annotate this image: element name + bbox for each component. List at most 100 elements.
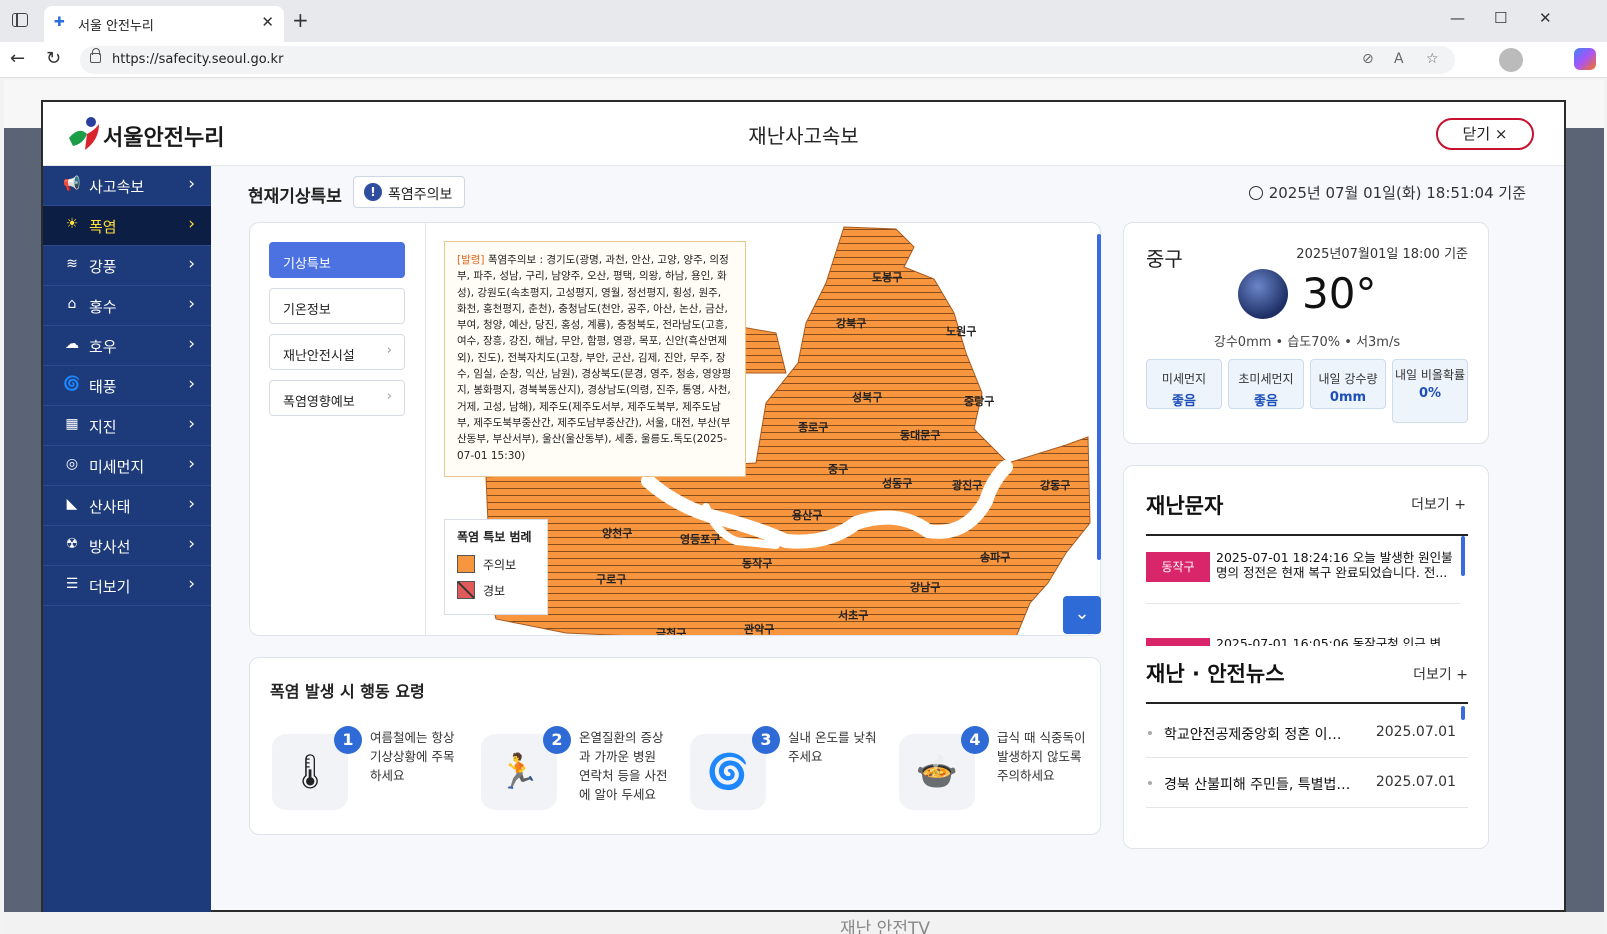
clock-icon — [1248, 186, 1263, 200]
sidebar-item-0[interactable]: 📢 사고속보 › — [43, 166, 211, 206]
action-item: 🍲 4 급식 때 식중독이 발생하지 않도록 주의하세요 — [899, 726, 1099, 824]
district-label[interactable]: 관악구 — [744, 622, 774, 636]
map-menu-button-0[interactable]: 기상특보 — [269, 242, 405, 278]
district-label[interactable]: 금천구 — [656, 626, 686, 636]
news-section: 재난 · 안전뉴스 더보기 + 학교안전공제중앙회 정혼 이… 2025.07.0… — [1124, 646, 1488, 848]
sidebar-item-icon: ☢ — [65, 536, 79, 552]
action-text: 온열질환의 증상과 가까운 병원 연락처 등을 사전에 알아 두세요 — [579, 730, 668, 802]
tracking-icon[interactable]: ⊘ — [1362, 51, 1374, 67]
sidebar-item-2[interactable]: ≋ 강풍 › — [43, 246, 211, 286]
close-modal-button[interactable]: 닫기 × — [1436, 118, 1534, 150]
district-label[interactable]: 성동구 — [882, 476, 912, 490]
weather-time: 2025년07월01일 18:00 기준 — [1296, 247, 1468, 262]
modal-header: 서울안전누리 재난사고속보 닫기 × — [43, 102, 1564, 166]
read-aloud-icon[interactable]: A — [1394, 51, 1404, 67]
news-title-text: 경북 산불피해 주민들, 특별법… — [1164, 777, 1351, 793]
map-scrollbar[interactable] — [1097, 234, 1101, 560]
sms-more-link[interactable]: 더보기 + — [1411, 494, 1466, 514]
news-list-item[interactable]: 경북 산불피해 주민들, 특별법… 2025.07.01 — [1146, 760, 1468, 808]
sms-title: 재난문자 — [1146, 494, 1224, 518]
profile-avatar[interactable] — [1499, 48, 1523, 72]
sidebar-item-icon: ☁ — [65, 336, 79, 352]
district-label[interactable]: 양천구 — [602, 526, 632, 540]
district-label[interactable]: 성북구 — [852, 390, 882, 404]
sidebar-item-label: 더보기 — [89, 578, 131, 596]
district-label[interactable]: 용산구 — [792, 508, 822, 522]
url-field[interactable]: https://safecity.seoul.go.kr ⊘ A ☆ — [80, 46, 1455, 74]
new-tab-button[interactable]: + — [292, 8, 309, 32]
sidebar-item-5[interactable]: 🌀 태풍 › — [43, 366, 211, 406]
lock-icon[interactable] — [90, 48, 101, 63]
disaster-sms-card: 재난문자 더보기 + 동작구 2025-07-01 18:24:16 오늘 발생한… — [1123, 465, 1489, 849]
district-label[interactable]: 강남구 — [910, 580, 940, 594]
district-label[interactable]: 동대문구 — [900, 428, 940, 442]
tab-close-icon[interactable]: ✕ — [261, 13, 274, 31]
back-button[interactable]: ← — [10, 48, 25, 69]
sidebar-item-1[interactable]: ☀ 폭염 › — [43, 206, 211, 246]
chevron-right-icon: › — [188, 494, 195, 514]
district-label[interactable]: 서초구 — [838, 608, 868, 622]
chevron-right-icon: › — [386, 389, 392, 404]
timestamp-text: 2025년 07월 01일(화) 18:51:04 기준 — [1268, 184, 1526, 202]
heatwave-action-card: 폭염 발생 시 행동 요령 🌡 1 여름철에는 항상 기상상황에 주목하세요 🏃 2 온열… — [249, 657, 1101, 835]
news-more-link[interactable]: 더보기 + — [1413, 664, 1468, 684]
weather-stat-value: 좋음 — [1254, 394, 1278, 409]
weather-stat-box: 내일 비올확률 0% — [1392, 359, 1468, 423]
sms-scrollbar[interactable] — [1461, 536, 1465, 576]
sidebar-item-icon: ⌂ — [67, 296, 77, 312]
scroll-down-button[interactable]: ⌄ — [1063, 596, 1101, 634]
chevron-right-icon: › — [188, 294, 195, 314]
chevron-right-icon: › — [188, 254, 195, 274]
news-list-item[interactable]: 학교안전공제중앙회 정혼 이… 2025.07.01 — [1146, 710, 1468, 758]
sidebar-item-7[interactable]: ◎ 미세먼지 › — [43, 446, 211, 486]
map-menu-label: 기온정보 — [283, 303, 331, 318]
bullet-icon — [1148, 731, 1152, 735]
map-menu-button-2[interactable]: 재난안전시설 › — [269, 334, 405, 370]
district-label[interactable]: 동작구 — [742, 556, 772, 570]
maximize-button[interactable]: ☐ — [1494, 9, 1507, 27]
tab-actions-icon[interactable] — [12, 13, 28, 27]
weather-stat-label: 내일 비올확률 — [1394, 368, 1466, 382]
sidebar-item-3[interactable]: ⌂ 홍수 › — [43, 286, 211, 326]
chevron-right-icon: › — [386, 343, 392, 358]
district-label[interactable]: 광진구 — [952, 478, 982, 492]
sidebar-item-icon: ▦ — [65, 416, 79, 432]
district-label[interactable]: 노원구 — [946, 324, 976, 338]
news-title: 재난 · 안전뉴스 — [1146, 662, 1285, 686]
sidebar-item-icon: 📢 — [63, 176, 81, 192]
news-scrollbar[interactable] — [1461, 706, 1465, 720]
bullet-icon — [1148, 781, 1152, 785]
sidebar-item-4[interactable]: ☁ 호우 › — [43, 326, 211, 366]
district-label[interactable]: 구로구 — [596, 573, 626, 586]
browser-tab[interactable]: ✚ 서울 안전누리 ✕ — [44, 6, 284, 42]
sidebar-item-8[interactable]: ◣ 산사태 › — [43, 486, 211, 526]
district-label[interactable]: 송파구 — [980, 550, 1010, 564]
sidebar-item-label: 강풍 — [89, 258, 117, 276]
sidebar-item-label: 폭염 — [89, 218, 117, 236]
sidebar-item-6[interactable]: ▦ 지진 › — [43, 406, 211, 446]
district-label[interactable]: 강북구 — [836, 316, 866, 330]
alert-badge[interactable]: ! 폭염주의보 — [353, 176, 465, 208]
weather-card: 중구 2025년07월01일 18:00 기준 30° 강수0mm • 습도70… — [1123, 222, 1489, 444]
sidebar-item-10[interactable]: ☰ 더보기 › — [43, 566, 211, 606]
district-label[interactable]: 중구 — [828, 463, 848, 476]
close-window-button[interactable]: ✕ — [1539, 9, 1552, 27]
district-label[interactable]: 종로구 — [798, 421, 828, 434]
sms-list-item[interactable]: 동작구 2025-07-01 18:24:16 오늘 발생한 원인불명의 정전은 … — [1146, 540, 1460, 604]
district-label[interactable]: 강동구 — [1040, 478, 1070, 492]
copilot-icon[interactable] — [1574, 48, 1596, 70]
minimize-button[interactable]: — — [1450, 9, 1465, 27]
district-label[interactable]: 도봉구 — [872, 271, 902, 284]
favorite-star-icon[interactable]: ☆ — [1426, 51, 1439, 67]
map-menu-button-1[interactable]: 기온정보 — [269, 288, 405, 324]
sidebar-item-9[interactable]: ☢ 방사선 › — [43, 526, 211, 566]
weather-stat-label: 초미세먼지 — [1238, 372, 1294, 386]
map-menu-label: 기상특보 — [283, 257, 331, 272]
action-item: 🌀 3 실내 온도를 낮춰주세요 — [690, 726, 890, 824]
reload-button[interactable]: ↻ — [46, 48, 61, 69]
sidebar-item-icon: ☀ — [65, 216, 79, 232]
district-label[interactable]: 중랑구 — [964, 395, 994, 408]
district-label[interactable]: 영등포구 — [680, 533, 720, 546]
action-text: 실내 온도를 낮춰주세요 — [788, 730, 877, 764]
map-menu-button-3[interactable]: 폭염영향예보 › — [269, 380, 405, 416]
